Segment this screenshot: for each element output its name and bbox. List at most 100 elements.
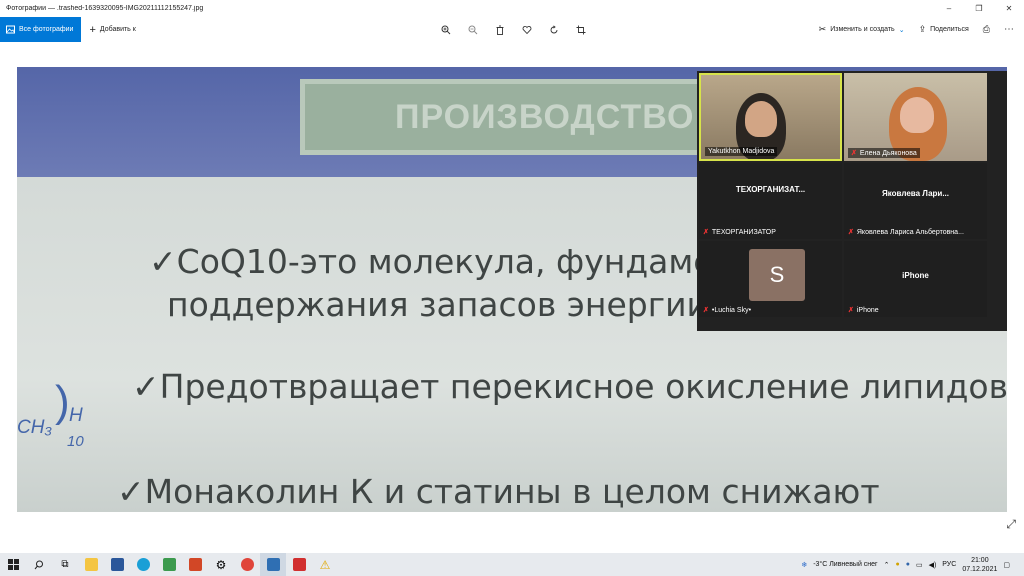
close-button[interactable]: ✕ xyxy=(994,0,1024,17)
title-bar: Фотографии — .trashed-1639320095-IMG2021… xyxy=(0,0,1024,17)
print-icon: ⎙ xyxy=(982,24,990,34)
photos-app-icon[interactable] xyxy=(156,553,182,576)
zoom-out-icon[interactable] xyxy=(465,22,481,38)
slide-line-1: ✓CoQ10-это молекула, фундамент xyxy=(149,242,755,281)
command-bar: Все фотографии + Добавить к ✂ Изменить и… xyxy=(0,17,1024,42)
chevron-down-icon: ⌄ xyxy=(898,26,905,34)
participant-tile[interactable]: iPhone ✗ iPhone xyxy=(844,241,987,317)
windows-start-icon[interactable] xyxy=(0,553,26,576)
participant-display-name: Яковлева Лари... xyxy=(882,189,949,198)
tray-app-icon[interactable]: ● xyxy=(906,561,910,568)
participant-name: iPhone xyxy=(856,306,879,314)
mic-off-icon: ✗ xyxy=(703,307,709,314)
participant-tile[interactable]: Яковлева Лари... ✗ Яковлева Лариса Альбе… xyxy=(844,163,987,239)
clock-time: 21:00 xyxy=(971,556,989,564)
all-photos-button[interactable]: Все фотографии xyxy=(0,17,82,42)
participant-label: ✗ Яковлева Лариса Альбертовна... xyxy=(848,228,964,237)
chem-bracket: ) xyxy=(55,377,70,426)
taskbar: ⧉ ⚙ ⚠ ❄ -3°C Ливневый снег ⌃ ● ● ▭ ◀) РУ… xyxy=(0,553,1024,576)
heart-icon[interactable] xyxy=(519,22,535,38)
maximize-button[interactable]: ❐ xyxy=(964,0,994,17)
participant-face xyxy=(745,101,777,137)
photo-stage: ПРОИЗВОДСТВО ✓CoQ10-это молекула, фундам… xyxy=(0,42,1024,534)
network-icon[interactable]: ▭ xyxy=(916,561,923,569)
photo-image[interactable]: ПРОИЗВОДСТВО ✓CoQ10-это молекула, фундам… xyxy=(17,67,1007,512)
chrome-icon[interactable] xyxy=(234,553,260,576)
rotate-icon[interactable] xyxy=(546,22,562,38)
edit-create-label: Изменить и создать xyxy=(830,26,895,33)
weather-text[interactable]: -3°C Ливневый снег xyxy=(813,561,877,568)
participant-label: ✗ Елена Дьяконова xyxy=(848,148,920,158)
red-app-icon[interactable] xyxy=(286,553,312,576)
minimize-button[interactable]: – xyxy=(934,0,964,17)
system-tray: ❄ -3°C Ливневый снег ⌃ ● ● ▭ ◀) РУС 21:0… xyxy=(801,553,1024,576)
share-button[interactable]: ⇪ Поделиться xyxy=(919,24,969,35)
participant-name: ТЕХОРГАНИЗАТОР xyxy=(711,228,776,236)
expand-icon[interactable]: ⤢ xyxy=(1006,517,1016,532)
participant-name: Елена Дьяконова xyxy=(859,149,917,157)
participant-name: Яковлева Лариса Альбертовна... xyxy=(856,228,964,236)
participant-tile[interactable]: ТЕХОРГАНИЗАТ... ✗ ТЕХОРГАНИЗАТОР xyxy=(699,163,842,239)
delete-icon[interactable] xyxy=(492,22,508,38)
tray-app-icon[interactable]: ● xyxy=(895,561,899,568)
chem-ch3: CH₃ xyxy=(17,417,52,438)
right-tools: ✂ Изменить и создать ⌄ ⇪ Поделиться ⎙ ⋯ xyxy=(819,17,1024,42)
participant-label: ✗ •Luchia Sky• xyxy=(703,306,752,315)
notifications-icon[interactable]: ▢ xyxy=(1003,561,1010,569)
weather-icon: ❄ xyxy=(801,561,808,569)
print-button[interactable]: ⎙ xyxy=(983,24,990,35)
add-to-label: Добавить к xyxy=(99,26,136,33)
word-icon[interactable] xyxy=(104,553,130,576)
search-icon[interactable] xyxy=(26,553,52,576)
participant-tile[interactable]: S ✗ •Luchia Sky• xyxy=(699,241,842,317)
share-icon: ⇪ xyxy=(918,24,927,34)
task-view-icon[interactable]: ⧉ xyxy=(52,553,78,576)
powerpoint-icon[interactable] xyxy=(182,553,208,576)
clock[interactable]: 21:00 07.12.2021 xyxy=(962,556,997,574)
participant-label: ✗ ТЕХОРГАНИЗАТОР xyxy=(703,228,776,237)
add-to-button[interactable]: + Добавить к xyxy=(81,17,143,42)
participant-display-name: ТЕХОРГАНИЗАТ... xyxy=(735,185,806,194)
image-tools xyxy=(438,17,589,42)
participant-name: Yakutkhon Madjidova xyxy=(708,148,775,155)
participant-label: Yakutkhon Madjidova xyxy=(705,147,778,156)
clock-date: 07.12.2021 xyxy=(962,565,998,573)
all-photos-label: Все фотографии xyxy=(19,26,74,33)
language-indicator[interactable]: РУС xyxy=(942,561,956,568)
edit-icon: ✂ xyxy=(818,24,827,34)
slide-line-4: ✓Монаколин К и статины в целом снижают xyxy=(117,472,880,511)
slide-line-3: ✓Предотвращает перекисное окисление липи… xyxy=(132,367,1007,406)
chevron-up-icon[interactable]: ⌃ xyxy=(884,561,890,569)
zoom-in-icon[interactable] xyxy=(438,22,454,38)
participant-face xyxy=(900,97,934,133)
participant-tile[interactable]: ✗ Елена Дьяконова xyxy=(844,73,987,161)
volume-icon[interactable]: ◀) xyxy=(929,561,937,569)
participant-avatar: S xyxy=(749,249,805,301)
window-title: Фотографии — .trashed-1639320095-IMG2021… xyxy=(6,5,204,12)
slide-heading: ПРОИЗВОДСТВО xyxy=(395,97,695,136)
photos-icon xyxy=(6,25,15,34)
settings-gear-icon[interactable]: ⚙ xyxy=(208,553,234,576)
plus-icon: + xyxy=(89,23,96,36)
slide-heading-box: ПРОИЗВОДСТВО xyxy=(300,79,720,155)
mic-off-icon: ✗ xyxy=(851,150,857,157)
warning-icon[interactable]: ⚠ xyxy=(312,553,338,576)
zoom-gallery: Yakutkhon Madjidova ✗ Елена Дьяконова ТЕ… xyxy=(697,71,1007,331)
share-label: Поделиться xyxy=(930,26,969,33)
mic-off-icon: ✗ xyxy=(703,229,709,236)
participant-label: ✗ iPhone xyxy=(848,306,879,315)
more-icon: ⋯ xyxy=(1004,24,1014,35)
mic-off-icon: ✗ xyxy=(848,229,854,236)
participant-name: •Luchia Sky• xyxy=(711,306,752,314)
participant-tile[interactable]: Yakutkhon Madjidova xyxy=(699,73,842,161)
file-explorer-icon[interactable] xyxy=(78,553,104,576)
mic-off-icon: ✗ xyxy=(848,307,854,314)
image-viewer-icon[interactable] xyxy=(260,553,286,576)
chem-10: 10 xyxy=(67,433,84,450)
participant-display-name: iPhone xyxy=(902,271,929,280)
crop-icon[interactable] xyxy=(573,22,589,38)
more-button[interactable]: ⋯ xyxy=(1004,24,1014,35)
edge-icon[interactable] xyxy=(130,553,156,576)
edit-create-button[interactable]: ✂ Изменить и создать ⌄ xyxy=(819,24,905,35)
chem-h: H xyxy=(69,405,83,426)
